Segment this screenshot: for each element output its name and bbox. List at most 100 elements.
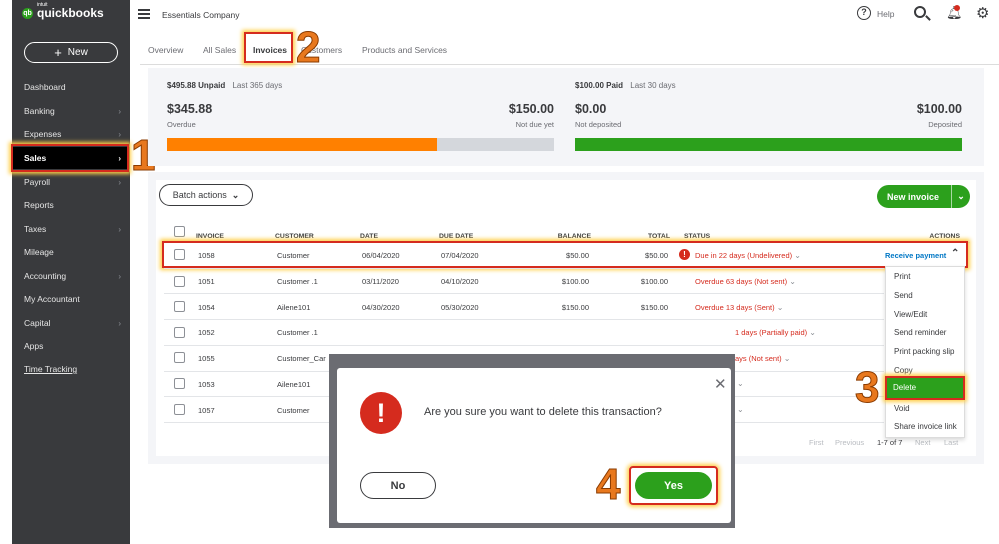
sidebar-item-taxes[interactable]: Taxes › [12,218,130,240]
sidebar-item-label: Apps [24,341,44,351]
tab-products-and-services[interactable]: Products and Services [362,45,447,55]
chevron-down-icon[interactable]: ⌄ [809,328,816,337]
sidebar-item-label: My Accountant [24,294,80,304]
sidebar-item-accounting[interactable]: Accounting › [12,265,130,287]
column-header-balance[interactable]: BALANCE [540,233,591,240]
sidebar-item-my-accountant[interactable]: My Accountant [12,288,130,310]
column-header-customer[interactable]: CUSTOMER [275,233,314,240]
new-button[interactable]: + New [24,42,118,63]
dialog-message: Are you sure you want to delete this tra… [424,406,662,418]
sidebar-item-payroll[interactable]: Payroll › [12,171,130,193]
chevron-right-icon: › [118,318,121,328]
sidebar-item-label: Expenses [24,129,62,139]
chevron-down-icon[interactable]: ⌄ [737,378,744,388]
hamburger-menu-icon[interactable] [138,9,150,21]
paid-heading: $100.00 Paid Last 30 days [575,81,676,90]
unpaid-total: $495.88 Unpaid [167,81,226,90]
tab-overview[interactable]: Overview [148,45,183,55]
sidebar-item-label: Capital [24,318,51,328]
sidebar-item-reports[interactable]: Reports [12,194,130,216]
unpaid-bar[interactable] [167,138,554,151]
sidebar-item-apps[interactable]: Apps [12,335,130,357]
not-deposited-label: Not deposited [575,120,622,129]
chevron-down-icon[interactable]: ⌄ [777,303,784,312]
cell-status: 1 days (Partially paid) ⌄ [735,328,816,337]
cell-invoice: 1055 [198,354,215,363]
row-checkbox[interactable] [174,352,185,363]
pagination-next[interactable]: Next [915,438,930,447]
column-header-actions: ACTIONS [929,233,960,240]
column-header-due-date[interactable]: DUE DATE [439,233,473,240]
chevron-down-icon[interactable]: ⌄ [789,277,796,286]
notification-badge [954,5,960,11]
cell-date: 03/11/2020 [362,277,399,286]
sidebar-item-time-tracking[interactable]: Time Tracking [12,358,130,380]
chevron-down-icon: ⌄ [231,189,240,200]
tab-all-sales[interactable]: All Sales [203,45,236,55]
row-checkbox[interactable] [174,404,185,415]
menu-item-print-packing-slip[interactable]: Print packing slip [894,347,954,356]
menu-item-send[interactable]: Send [894,291,913,300]
cell-customer: Customer_Car [277,354,326,363]
company-name: Essentials Company [162,10,240,20]
delete-highlight [885,376,965,400]
help-label[interactable]: Help [877,9,894,19]
sales-highlight [11,144,129,172]
column-header-date[interactable]: DATE [360,233,378,240]
cell-invoice: 1054 [198,303,215,312]
sidebar-item-capital[interactable]: Capital › [12,312,130,334]
menu-item-void[interactable]: Void [894,404,910,413]
menu-item-copy[interactable]: Copy [894,366,913,375]
button-divider [951,185,952,208]
row-checkbox[interactable] [174,327,185,338]
menu-item-send-reminder[interactable]: Send reminder [894,328,946,337]
help-icon[interactable]: ? [857,6,871,20]
new-invoice-button[interactable]: New invoice ⌄ [877,185,970,208]
pagination-last[interactable]: Last [944,438,958,447]
sidebar-item-mileage[interactable]: Mileage [12,241,130,263]
menu-item-print[interactable]: Print [894,272,910,281]
paid-bar[interactable] [575,138,962,151]
chevron-right-icon: › [118,106,121,116]
cell-invoice: 1053 [198,380,215,389]
cell-total: $150.00 [640,303,668,312]
sidebar-item-label: Time Tracking [24,364,78,374]
menu-item-view-edit[interactable]: View/Edit [894,310,927,319]
cell-customer: Ailene101 [277,380,311,389]
gear-icon[interactable]: ⚙ [976,4,989,22]
column-header-total[interactable]: TOTAL [630,233,670,240]
cell-customer: Customer .1 [277,277,318,286]
sidebar-item-banking[interactable]: Banking › [12,100,130,122]
chevron-down-icon[interactable]: ⌄ [952,191,970,202]
sidebar-item-dashboard[interactable]: Dashboard [12,76,130,98]
sidebar-item-expenses[interactable]: Expenses › [12,123,130,145]
paid-period: Last 30 days [630,81,676,90]
pagination-first[interactable]: First [809,438,824,447]
status-text: Overdue 63 days (Not sent) [695,277,788,286]
sidebar: qb intuit quickbooks + New Dashboard Ban… [12,0,130,544]
row-actions-menu: Print Send View/Edit Send reminder Print… [885,266,965,438]
row-checkbox[interactable] [174,276,185,287]
chevron-right-icon: › [118,224,121,234]
quickbooks-logo[interactable]: qb intuit quickbooks [22,2,104,20]
pagination-previous[interactable]: Previous [835,438,864,447]
row-checkbox[interactable] [174,378,185,389]
menu-item-share-invoice-link[interactable]: Share invoice link [894,422,957,431]
no-button[interactable]: No [360,472,436,499]
column-header-invoice[interactable]: INVOICE [196,233,224,240]
close-icon[interactable]: ✕ [714,375,727,393]
chevron-down-icon[interactable]: ⌄ [737,404,744,414]
column-header-status[interactable]: STATUS [684,233,710,240]
row-checkbox[interactable] [174,301,185,312]
row-divider [164,268,884,269]
cell-invoice: 1052 [198,328,215,337]
paid-total: $100.00 Paid [575,81,624,90]
search-icon[interactable] [914,6,926,18]
batch-actions-button[interactable]: Batch actions ⌄ [159,184,253,206]
cell-balance: $100.00 [561,277,589,286]
select-all-checkbox[interactable] [174,226,185,237]
new-invoice-label: New invoice [887,191,940,202]
chevron-down-icon[interactable]: ⌄ [784,354,791,363]
deposited-label: Deposited [928,120,962,129]
cell-total: $100.00 [640,277,668,286]
